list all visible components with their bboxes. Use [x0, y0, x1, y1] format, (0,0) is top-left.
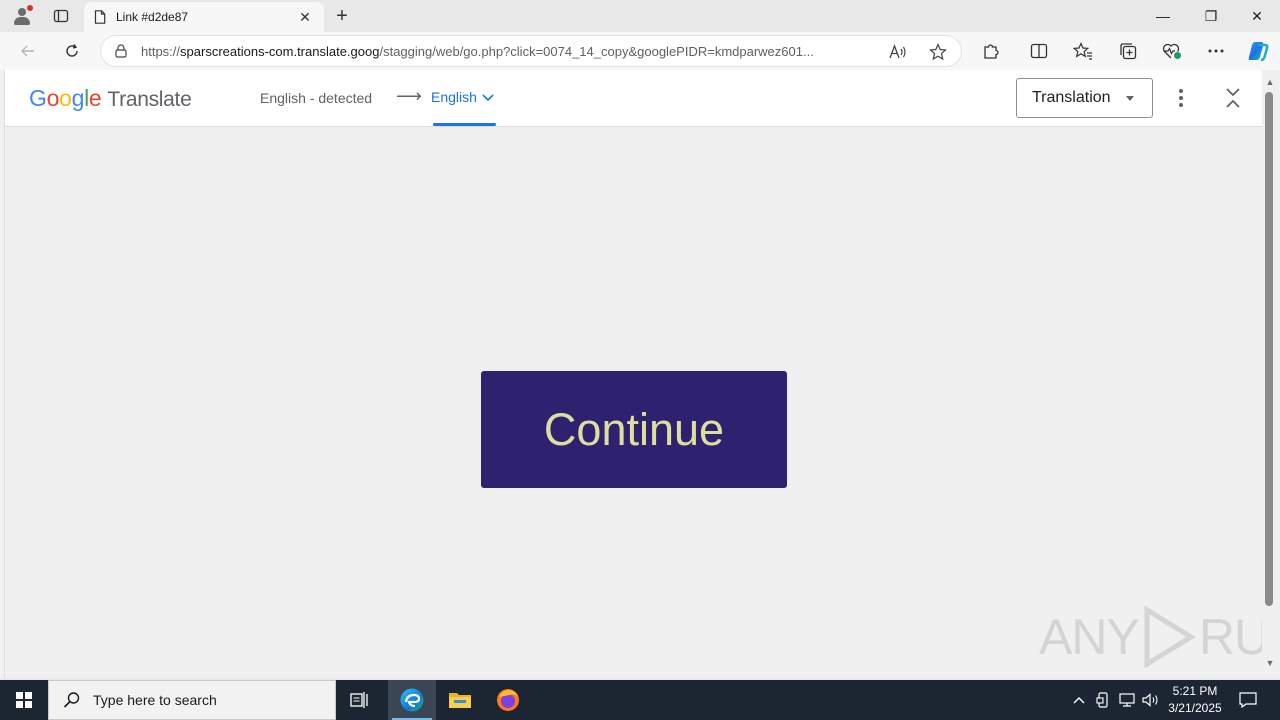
translation-mode-select[interactable]: Translation	[1016, 78, 1153, 118]
translate-options-button[interactable]	[1169, 86, 1193, 110]
tab-actions-icon	[53, 9, 69, 23]
scroll-up-icon[interactable]: ▲	[1264, 76, 1276, 88]
tab-title: Link #d2de87	[116, 10, 189, 24]
collections-icon	[1120, 43, 1137, 60]
taskbar-file-explorer[interactable]	[436, 680, 484, 720]
network-button[interactable]	[1116, 680, 1138, 720]
clock-date: 3/21/2025	[1168, 701, 1222, 715]
anyrun-watermark: ANY RUN	[1039, 606, 1280, 668]
edge-icon	[400, 688, 424, 712]
refresh-button[interactable]	[58, 37, 86, 65]
split-screen-icon	[1030, 43, 1048, 59]
start-button[interactable]	[0, 680, 48, 720]
active-tab[interactable]: Link #d2de87 ✕	[84, 2, 324, 32]
browser-titlebar: Link #d2de87 ✕ + — ❐ ✕	[0, 0, 1280, 32]
taskbar-clock[interactable]: 5:21 PM 3/21/2025	[1162, 683, 1228, 717]
favorites-icon	[1073, 42, 1092, 60]
search-icon	[63, 692, 80, 708]
url-text[interactable]: https://sparscreations-com.translate.goo…	[141, 44, 861, 59]
browser-navbar: https://sparscreations-com.translate.goo…	[0, 32, 1280, 70]
target-language-label: English	[431, 89, 477, 105]
scrollbar-thumb[interactable]	[1265, 92, 1273, 606]
tray-device-button[interactable]	[1092, 680, 1114, 720]
url-prefix: https://	[141, 43, 181, 59]
favorites-button[interactable]	[1069, 37, 1097, 65]
taskbar-search[interactable]: Type here to search	[48, 680, 336, 720]
copilot-button[interactable]	[1244, 37, 1272, 65]
new-tab-button[interactable]: +	[330, 4, 354, 28]
windows-logo-icon	[16, 692, 32, 708]
collections-button[interactable]	[1114, 37, 1142, 65]
logo-letter: o	[46, 85, 60, 111]
browser-essentials-button[interactable]	[1158, 37, 1186, 65]
kebab-dot	[1179, 103, 1183, 107]
back-button[interactable]	[14, 37, 42, 65]
star-icon	[929, 43, 947, 61]
task-view-icon	[350, 692, 368, 708]
volume-icon	[1142, 693, 1158, 707]
more-options-button[interactable]	[1202, 37, 1230, 65]
back-arrow-icon	[21, 45, 34, 57]
notification-icon	[1239, 692, 1257, 708]
clock-time: 5:21 PM	[1172, 684, 1218, 698]
device-icon	[1096, 692, 1108, 708]
logo-letter: e	[88, 85, 102, 111]
address-bar[interactable]: https://sparscreations-com.translate.goo…	[100, 35, 962, 67]
url-host: sparscreations-com.translate.goog	[180, 43, 380, 59]
firefox-icon	[497, 689, 519, 711]
play-icon	[1144, 606, 1196, 668]
windows-taskbar: Type here to search 5:21 PM 3/21/2025	[0, 680, 1280, 720]
profile-notification-dot	[27, 5, 33, 11]
google-translate-logo[interactable]: Google Translate	[29, 85, 192, 112]
more-icon	[1208, 49, 1224, 53]
taskbar-firefox[interactable]	[484, 680, 532, 720]
logo-letter: o	[59, 85, 72, 111]
read-aloud-icon	[889, 44, 906, 59]
chevron-up-icon	[1073, 697, 1085, 704]
logo-translate-word: Translate	[107, 88, 192, 111]
volume-button[interactable]	[1140, 680, 1162, 720]
url-path: /stagging/web/go.php?click=0074_14_copy&…	[379, 43, 814, 59]
page-viewport: Google Translate English - detected ⟶ Eng…	[4, 70, 1280, 678]
collapse-translate-bar-button[interactable]	[1221, 84, 1245, 112]
tab-actions-button[interactable]	[48, 4, 74, 28]
close-window-button[interactable]: ✕	[1234, 0, 1280, 32]
refresh-icon	[66, 44, 78, 57]
kebab-dot	[1179, 89, 1183, 93]
tab-close-icon[interactable]: ✕	[296, 8, 314, 26]
logo-letter: G	[29, 85, 47, 111]
caret-down-icon	[1126, 96, 1134, 101]
copilot-icon	[1248, 42, 1269, 62]
network-icon	[1119, 693, 1135, 707]
folder-icon	[449, 693, 471, 708]
scroll-down-icon[interactable]: ▼	[1264, 657, 1276, 669]
split-screen-button[interactable]	[1025, 37, 1053, 65]
logo-letter: g	[71, 85, 85, 111]
translation-mode-value: Translation	[1032, 89, 1111, 106]
task-view-button[interactable]	[336, 680, 384, 720]
target-language-dropdown[interactable]: English	[431, 89, 495, 105]
source-language[interactable]: English - detected	[260, 90, 372, 106]
heart-pulse-icon	[1162, 43, 1181, 59]
extensions-button[interactable]	[977, 37, 1005, 65]
watermark-left: ANY	[1039, 609, 1140, 665]
notifications-button[interactable]	[1234, 680, 1262, 720]
continue-button[interactable]: Continue	[481, 371, 787, 488]
minimize-button[interactable]: —	[1140, 0, 1186, 32]
taskbar-edge[interactable]	[388, 680, 436, 720]
show-hidden-icons-button[interactable]	[1068, 680, 1090, 720]
search-placeholder: Type here to search	[93, 692, 217, 708]
collapse-icon	[1226, 88, 1240, 108]
arrow-right-icon: ⟶	[396, 86, 422, 106]
chevron-down-icon	[482, 94, 494, 102]
puzzle-icon	[984, 44, 999, 59]
page-document-icon	[94, 10, 106, 24]
add-favorite-button[interactable]	[927, 41, 949, 63]
lock-icon[interactable]	[115, 44, 127, 58]
kebab-dot	[1179, 96, 1183, 100]
target-language-underline	[433, 123, 496, 126]
read-aloud-button[interactable]	[887, 41, 909, 63]
google-translate-bar: Google Translate English - detected ⟶ Eng…	[5, 70, 1263, 127]
restore-button[interactable]: ❐	[1188, 0, 1234, 32]
